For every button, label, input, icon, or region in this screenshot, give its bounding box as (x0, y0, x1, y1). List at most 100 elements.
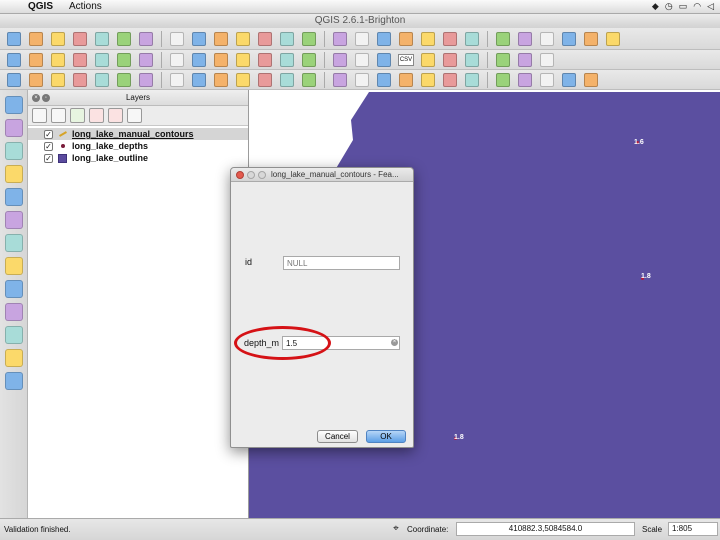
delete-part-icon[interactable] (136, 71, 156, 89)
add-raster-icon[interactable] (440, 51, 460, 69)
delete-ring-icon[interactable] (114, 71, 134, 89)
undo-icon[interactable] (4, 71, 24, 89)
measure-icon[interactable] (515, 30, 535, 48)
add-delimited-text-icon[interactable] (4, 188, 23, 206)
add-postgis-icon[interactable] (515, 51, 535, 69)
zoom-out-icon[interactable] (211, 30, 231, 48)
display-icon[interactable]: ▭ (679, 1, 688, 12)
grid-icon[interactable] (537, 51, 557, 69)
expand-all-icon[interactable] (89, 108, 104, 123)
change-label-icon[interactable] (374, 51, 394, 69)
zoom-selection-icon[interactable] (277, 30, 297, 48)
zoom-last-icon[interactable] (299, 30, 319, 48)
zoom-window-icon[interactable] (258, 171, 266, 179)
split-features-icon[interactable] (211, 71, 231, 89)
add-wfs-layer-icon[interactable] (4, 257, 23, 275)
zoom-full-icon[interactable] (233, 30, 253, 48)
close-panel-icon[interactable]: × (32, 94, 40, 102)
sync-icon[interactable]: ◷ (665, 1, 673, 12)
dropbox-icon[interactable]: ◆ (652, 1, 659, 12)
fill-ring-icon[interactable] (92, 71, 112, 89)
pin-labels-icon[interactable] (277, 51, 297, 69)
redo-icon[interactable] (26, 71, 46, 89)
delete-selected-icon[interactable] (167, 51, 187, 69)
volume-icon[interactable]: ◁ (707, 1, 714, 12)
add-spatialite-icon[interactable] (493, 51, 513, 69)
highlight-pinned-icon[interactable] (299, 51, 319, 69)
label-tool-icon[interactable] (255, 51, 275, 69)
add-vector-icon[interactable] (418, 51, 438, 69)
add-oracle-icon[interactable] (4, 349, 23, 367)
text-annotation-icon[interactable] (581, 30, 601, 48)
save-edits-icon[interactable] (48, 51, 68, 69)
open-project-icon[interactable] (26, 30, 46, 48)
layer-item[interactable]: ✓ long_lake_manual_contours (28, 128, 248, 140)
new-project-icon[interactable] (4, 30, 24, 48)
reshape-features-icon[interactable] (396, 71, 416, 89)
trace-icon[interactable] (493, 71, 513, 89)
close-window-icon[interactable] (236, 171, 244, 179)
coordinate-toggle-icon[interactable]: ⌖ (390, 523, 402, 535)
cut-features-icon[interactable] (189, 51, 209, 69)
coordinate-field[interactable]: 410882.3,5084584.0 (456, 522, 635, 536)
layer-visibility-checkbox[interactable]: ✓ (44, 141, 53, 151)
add-vector-layer-icon[interactable] (4, 96, 23, 114)
show-layer-icon[interactable] (32, 108, 47, 123)
align-icon[interactable] (352, 71, 372, 89)
add-raster-layer-icon[interactable] (4, 119, 23, 137)
collapse-all-icon[interactable] (108, 108, 123, 123)
attribute-table-icon[interactable] (493, 30, 513, 48)
offset-icon[interactable] (418, 71, 438, 89)
add-feature-icon[interactable] (92, 51, 112, 69)
refresh-icon[interactable] (352, 30, 372, 48)
deselect-icon[interactable] (440, 30, 460, 48)
union-icon[interactable] (581, 71, 601, 89)
current-edits-icon[interactable] (4, 51, 24, 69)
add-spatialite-layer-icon[interactable] (4, 165, 23, 183)
vertex-icon[interactable] (537, 71, 557, 89)
field-calculator-icon[interactable] (462, 30, 482, 48)
layer-item[interactable]: ✓ long_lake_outline (28, 152, 248, 164)
ok-button[interactable]: OK (366, 430, 406, 443)
new-gpx-icon[interactable] (4, 326, 23, 344)
new-spatialite-icon[interactable] (4, 303, 23, 321)
composer-manager-icon[interactable] (114, 30, 134, 48)
zoom-layer-icon[interactable] (255, 30, 275, 48)
add-wcs-layer-icon[interactable] (4, 234, 23, 252)
node-icon[interactable] (515, 71, 535, 89)
clear-field-icon[interactable]: × (391, 339, 398, 346)
toggle-editing-icon[interactable] (26, 51, 46, 69)
digitize-icon[interactable] (70, 51, 90, 69)
label-icon[interactable] (603, 30, 623, 48)
wifi-icon[interactable]: ◠ (693, 1, 701, 12)
move-feature-icon[interactable] (114, 51, 134, 69)
new-shapefile-icon[interactable] (4, 280, 23, 298)
visibility-icon[interactable] (51, 108, 66, 123)
cancel-button[interactable]: Cancel (317, 430, 358, 443)
copy-features-icon[interactable] (211, 51, 231, 69)
move-label-icon[interactable] (330, 51, 350, 69)
pan-to-selection-icon[interactable] (167, 30, 187, 48)
rotate-feature-icon[interactable] (374, 71, 394, 89)
zoom-next-icon[interactable] (330, 30, 350, 48)
scale-field[interactable]: 1:805 (668, 522, 718, 536)
node-tool-icon[interactable] (136, 51, 156, 69)
add-ring-icon[interactable] (48, 71, 68, 89)
float-panel-icon[interactable]: ◦ (42, 94, 50, 102)
simplify-icon[interactable] (330, 71, 350, 89)
reshape-icon[interactable] (167, 71, 187, 89)
remove-layer-icon[interactable] (127, 108, 142, 123)
circle-icon[interactable] (559, 71, 579, 89)
split-parts-icon[interactable] (233, 71, 253, 89)
rotate-point-icon[interactable] (299, 71, 319, 89)
csv-layer-icon[interactable]: CSV (396, 51, 416, 69)
add-wms-layer-icon[interactable] (4, 211, 23, 229)
menu-actions[interactable]: Actions (61, 1, 110, 12)
layer-visibility-checkbox[interactable]: ✓ (44, 129, 53, 139)
filter-icon[interactable] (70, 108, 85, 123)
add-part-icon[interactable] (70, 71, 90, 89)
paste-features-icon[interactable] (233, 51, 253, 69)
pan-map-icon[interactable] (136, 30, 156, 48)
menu-app-qgis[interactable]: QGIS (20, 1, 61, 12)
snapping-icon[interactable] (462, 71, 482, 89)
